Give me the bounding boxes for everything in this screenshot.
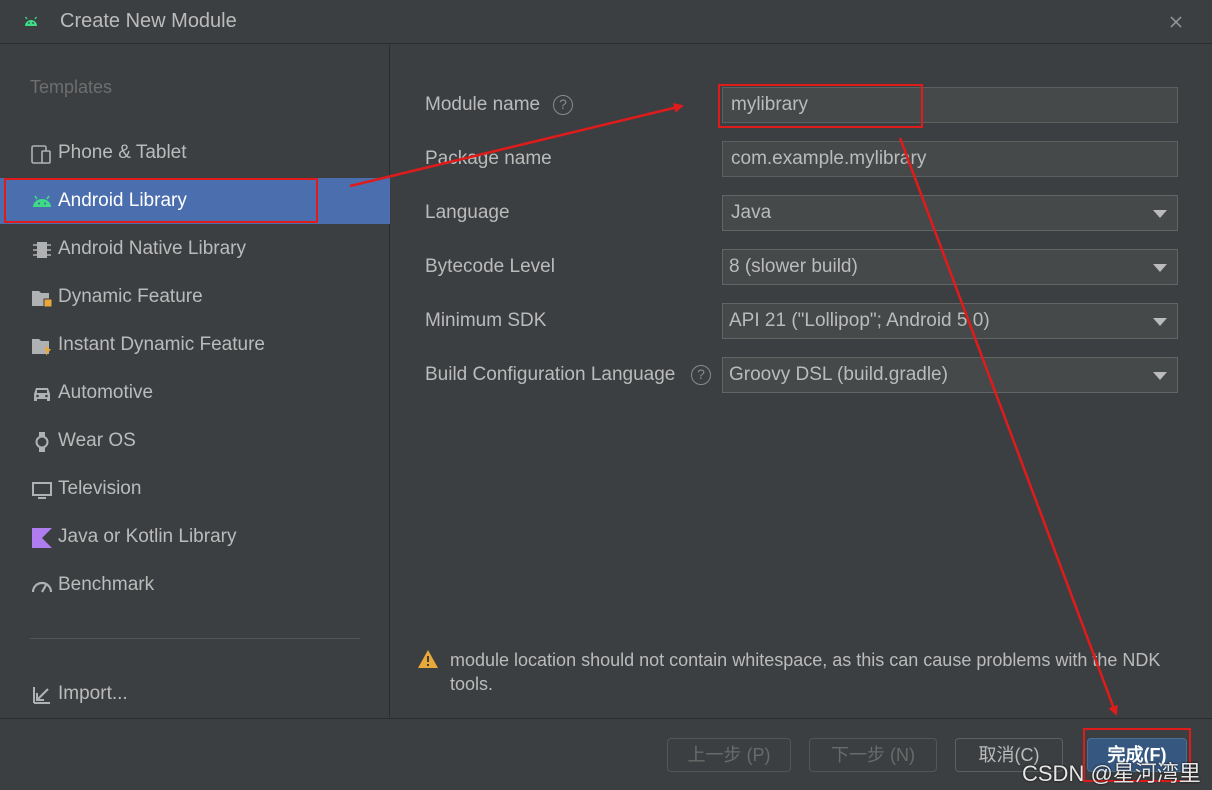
- bytecode-level-label: Bytecode Level: [425, 256, 555, 277]
- minimum-sdk-select[interactable]: API 21 ("Lollipop"; Android 5.0): [722, 303, 1178, 339]
- template-television[interactable]: Television: [0, 466, 390, 512]
- template-label: Android Native Library: [58, 238, 246, 259]
- minimum-sdk-label: Minimum SDK: [425, 310, 547, 331]
- import-item[interactable]: Import...: [0, 671, 390, 717]
- template-label: Phone & Tablet: [58, 142, 187, 163]
- previous-button[interactable]: 上一步 (P): [667, 738, 791, 772]
- language-label: Language: [425, 202, 510, 223]
- template-phone-tablet[interactable]: Phone & Tablet: [0, 130, 390, 176]
- tv-icon: [32, 482, 52, 499]
- template-label: Instant Dynamic Feature: [58, 334, 265, 355]
- template-label: Java or Kotlin Library: [58, 526, 237, 547]
- template-benchmark[interactable]: Benchmark: [0, 562, 390, 608]
- template-label: Dynamic Feature: [58, 286, 203, 307]
- chevron-down-icon: [1153, 210, 1167, 218]
- warning-message: module location should not contain white…: [450, 650, 1161, 694]
- template-wear-os[interactable]: Wear OS: [0, 418, 390, 464]
- annotation-box-module-name: [718, 84, 923, 128]
- template-label: Wear OS: [58, 430, 136, 451]
- chevron-down-icon: [1153, 318, 1167, 326]
- warning-icon: [418, 650, 438, 668]
- templates-header: Templates: [30, 77, 113, 97]
- phone-tablet-icon: [31, 145, 51, 164]
- import-label: Import...: [58, 683, 128, 704]
- chevron-down-icon: [1153, 372, 1167, 380]
- package-name-label: Package name: [425, 148, 552, 169]
- template-instant-dynamic-feature[interactable]: Instant Dynamic Feature: [0, 322, 390, 368]
- watch-icon: [35, 432, 49, 452]
- next-button[interactable]: 下一步 (N): [809, 738, 937, 772]
- title-bar: Create New Module: [0, 0, 1212, 44]
- templates-sidebar: Templates Phone & Tablet Android Library…: [0, 45, 390, 717]
- template-label: Benchmark: [58, 574, 155, 595]
- help-icon[interactable]: ?: [553, 95, 573, 115]
- chip-icon: [33, 242, 51, 258]
- bytecode-level-value: 8 (slower build): [729, 256, 858, 277]
- template-dynamic-feature[interactable]: Dynamic Feature: [0, 274, 390, 320]
- folder-icon: [32, 291, 53, 308]
- import-icon: [33, 687, 50, 704]
- annotation-box-template: [4, 178, 318, 223]
- template-label: Automotive: [58, 382, 154, 403]
- template-label: Television: [58, 478, 142, 499]
- build-config-language-label: Build Configuration Language: [425, 364, 676, 385]
- window-title: Create New Module: [60, 10, 237, 32]
- watermark: CSDN @星河湾里: [1022, 761, 1201, 786]
- bytecode-level-select[interactable]: 8 (slower build): [722, 249, 1178, 285]
- language-value: Java: [731, 202, 772, 223]
- sidebar-divider: [30, 638, 360, 639]
- template-automotive[interactable]: Automotive: [0, 370, 390, 416]
- android-icon: [24, 16, 38, 26]
- template-java-kotlin-library[interactable]: Java or Kotlin Library: [0, 514, 390, 560]
- close-icon[interactable]: [1166, 12, 1186, 32]
- car-icon: [34, 388, 50, 401]
- language-select[interactable]: Java: [722, 195, 1178, 231]
- build-config-language-select[interactable]: Groovy DSL (build.gradle): [722, 357, 1178, 393]
- kotlin-icon: [32, 528, 52, 548]
- minimum-sdk-value: API 21 ("Lollipop"; Android 5.0): [729, 310, 990, 331]
- package-name-input[interactable]: com.example.mylibrary: [722, 141, 1178, 177]
- chevron-down-icon: [1153, 264, 1167, 272]
- folder-bolt-icon: [32, 339, 51, 356]
- template-android-native-library[interactable]: Android Native Library: [0, 226, 390, 272]
- gauge-icon: [31, 581, 53, 593]
- module-name-label: Module name: [425, 94, 541, 115]
- build-config-language-value: Groovy DSL (build.gradle): [729, 364, 948, 385]
- help-icon[interactable]: ?: [691, 365, 711, 385]
